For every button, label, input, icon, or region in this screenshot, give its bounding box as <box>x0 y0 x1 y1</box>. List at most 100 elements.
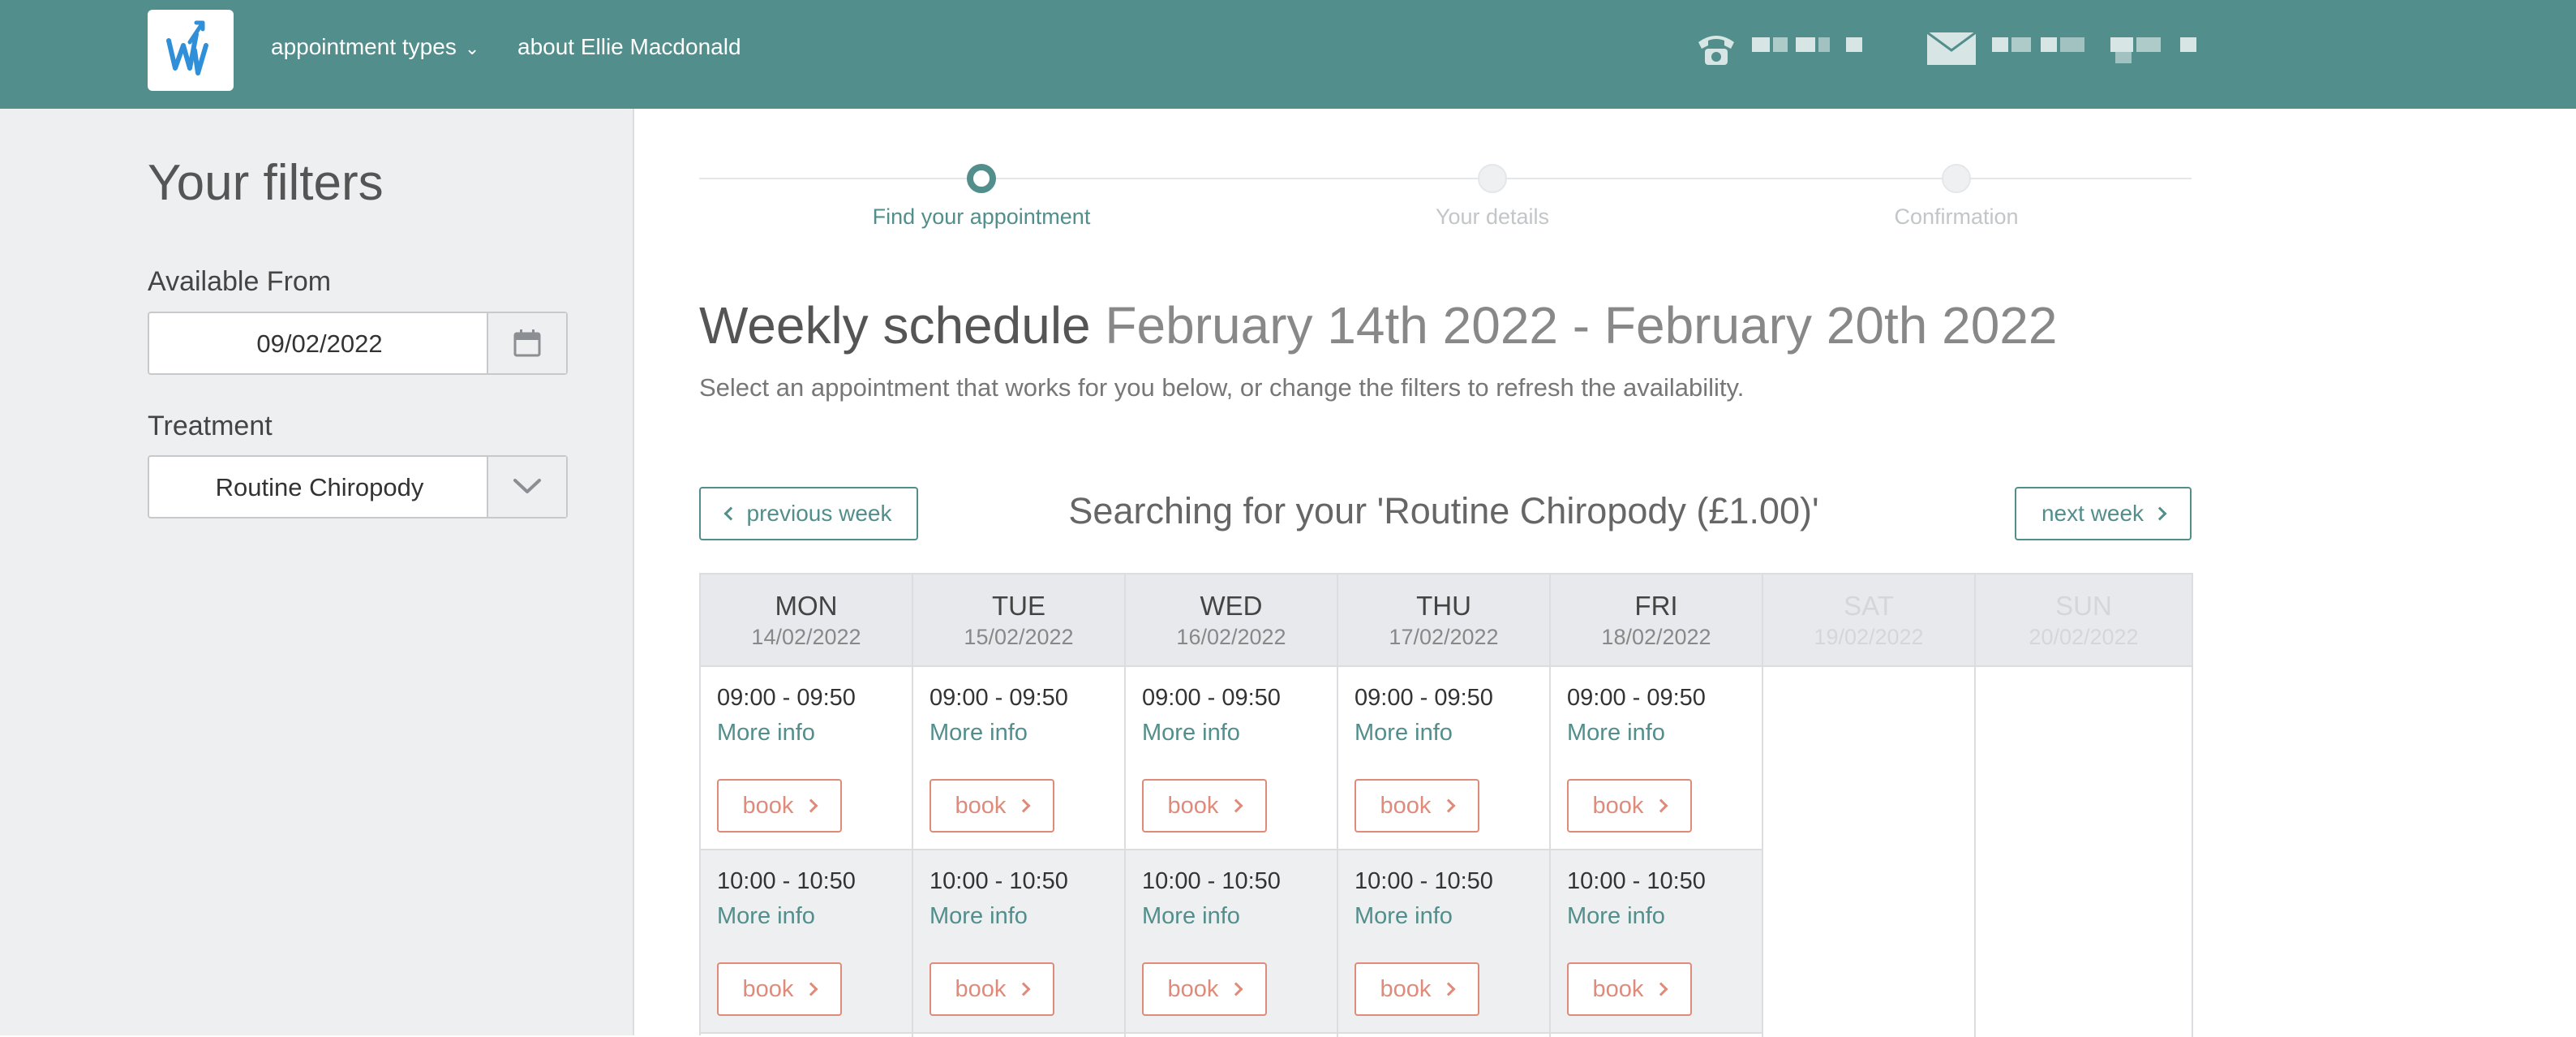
search-summary: Searching for your 'Routine Chiropody (£… <box>1068 490 1819 531</box>
chevron-right-icon <box>2153 506 2167 521</box>
day-date: 15/02/2022 <box>964 625 1074 649</box>
day-date: 20/02/2022 <box>2029 625 2139 649</box>
more-info-link[interactable]: More info <box>1142 720 1337 747</box>
book-label: book <box>1380 792 1432 819</box>
day-header: THU 17/02/2022 <box>1338 574 1549 667</box>
available-from-field[interactable]: 09/02/2022 <box>148 312 568 375</box>
time-slot: 09:00 - 09:50 More info book <box>1126 667 1337 850</box>
more-info-link[interactable]: More info <box>930 903 1124 930</box>
weekly-schedule-grid: MON 14/02/2022 09:00 - 09:50 More info b… <box>699 573 2193 1037</box>
day-date: 16/02/2022 <box>1176 625 1286 649</box>
book-label: book <box>1167 975 1219 1002</box>
previous-week-button[interactable]: previous week <box>699 487 918 540</box>
day-name: TUE <box>992 591 1045 621</box>
time-slot: 10:00 - 10:50 More info book <box>913 850 1124 1034</box>
email-contact[interactable] <box>1926 29 2203 68</box>
time-slot: 10:00 - 10:50 More info book <box>701 850 912 1034</box>
slot-time: 09:00 - 09:50 <box>1142 685 1281 711</box>
day-column-tue: TUE 15/02/2022 09:00 - 09:50 More info b… <box>913 574 1126 1037</box>
schedule-date-range: February 14th 2022 - February 20th 2022 <box>1105 296 2058 355</box>
day-header: WED 16/02/2022 <box>1126 574 1337 667</box>
day-column-thu: THU 17/02/2022 09:00 - 09:50 More info b… <box>1338 574 1551 1037</box>
book-label: book <box>1167 792 1219 819</box>
step-dot-confirmation <box>1942 164 1971 193</box>
mail-icon <box>1926 31 1977 65</box>
book-button[interactable]: book <box>1355 779 1479 833</box>
phone-contact[interactable] <box>1695 29 1890 68</box>
logo-mark <box>166 20 208 75</box>
chevron-down-icon <box>513 479 541 493</box>
schedule-title-text: Weekly schedule <box>699 296 1091 355</box>
day-column-sat: SAT 19/02/2022 <box>1763 574 1976 1037</box>
more-info-link[interactable]: More info <box>1142 903 1337 930</box>
book-label: book <box>955 792 1007 819</box>
more-info-link[interactable]: More info <box>1567 903 1762 930</box>
chevron-right-icon <box>804 982 818 996</box>
treatment-select[interactable]: Routine Chiropody <box>148 455 568 518</box>
available-from-label: Available From <box>148 266 332 297</box>
book-button[interactable]: book <box>1355 962 1479 1016</box>
chevron-right-icon <box>1654 798 1668 813</box>
step-label-find: Find your appointment <box>872 204 1091 229</box>
chevron-right-icon <box>1016 798 1031 813</box>
day-name: WED <box>1200 591 1263 621</box>
day-column-wed: WED 16/02/2022 09:00 - 09:50 More info b… <box>1126 574 1338 1037</box>
slot-time: 10:00 - 10:50 <box>717 868 856 894</box>
time-slot: 09:00 - 09:50 More info book <box>1551 667 1762 850</box>
day-header: MON 14/02/2022 <box>701 574 912 667</box>
day-name: FRI <box>1634 591 1678 621</box>
filters-title: Your filters <box>148 155 384 211</box>
day-date: 14/02/2022 <box>751 625 861 649</box>
book-label: book <box>1592 975 1644 1002</box>
day-column-sun: SUN 20/02/2022 <box>1976 574 2193 1037</box>
nav-appointment-types[interactable]: appointment types ⌄ <box>271 34 479 60</box>
calendar-icon <box>513 329 541 357</box>
step-dot-find <box>967 164 996 193</box>
time-slot: 09:00 - 09:50 More info book <box>701 667 912 850</box>
book-label: book <box>1592 792 1644 819</box>
chevron-right-icon <box>1016 982 1031 996</box>
treatment-value: Routine Chiropody <box>215 473 424 501</box>
nav-about[interactable]: about Ellie Macdonald <box>517 34 741 60</box>
chevron-right-icon <box>804 798 818 813</box>
book-button[interactable]: book <box>717 779 842 833</box>
calendar-button[interactable] <box>487 313 566 373</box>
more-info-link[interactable]: More info <box>717 903 912 930</box>
slot-time: 10:00 - 10:50 <box>930 868 1068 894</box>
book-label: book <box>955 975 1007 1002</box>
logo[interactable] <box>148 10 234 91</box>
more-info-link[interactable]: More info <box>930 720 1124 747</box>
step-label-confirmation: Confirmation <box>1894 204 2019 229</box>
filters-sidebar <box>0 109 634 1035</box>
book-button[interactable]: book <box>1567 962 1692 1016</box>
day-column-mon: MON 14/02/2022 09:00 - 09:50 More info b… <box>701 574 913 1037</box>
time-slot: 10:00 - 10:50 More info book <box>1551 850 1762 1034</box>
more-info-link[interactable]: More info <box>717 720 912 747</box>
day-date: 19/02/2022 <box>1814 625 1924 649</box>
day-header: FRI 18/02/2022 <box>1551 574 1762 667</box>
more-info-link[interactable]: More info <box>1567 720 1762 747</box>
book-button[interactable]: book <box>1142 962 1267 1016</box>
slot-time: 10:00 - 10:50 <box>1567 868 1706 894</box>
next-week-button[interactable]: next week <box>2015 487 2192 540</box>
book-button[interactable]: book <box>1142 779 1267 833</box>
day-name: THU <box>1416 591 1471 621</box>
book-button[interactable]: book <box>930 779 1054 833</box>
schedule-subtitle: Select an appointment that works for you… <box>699 373 1745 402</box>
book-button[interactable]: book <box>717 962 842 1016</box>
time-slot: 09:00 - 09:50 More info book <box>913 667 1124 850</box>
treatment-dropdown-button[interactable] <box>487 457 566 517</box>
chevron-left-icon <box>723 506 737 521</box>
day-date: 17/02/2022 <box>1389 625 1499 649</box>
book-button[interactable]: book <box>930 962 1054 1016</box>
available-from-value[interactable]: 09/02/2022 <box>149 329 490 359</box>
more-info-link[interactable]: More info <box>1355 720 1549 747</box>
book-label: book <box>1380 975 1432 1002</box>
day-name: SAT <box>1844 591 1894 621</box>
book-button[interactable]: book <box>1567 779 1692 833</box>
more-info-link[interactable]: More info <box>1355 903 1549 930</box>
book-label: book <box>742 792 794 819</box>
day-name: MON <box>775 591 838 621</box>
day-column-fri: FRI 18/02/2022 09:00 - 09:50 More info b… <box>1551 574 1763 1037</box>
day-header: SUN 20/02/2022 <box>1976 574 2192 667</box>
